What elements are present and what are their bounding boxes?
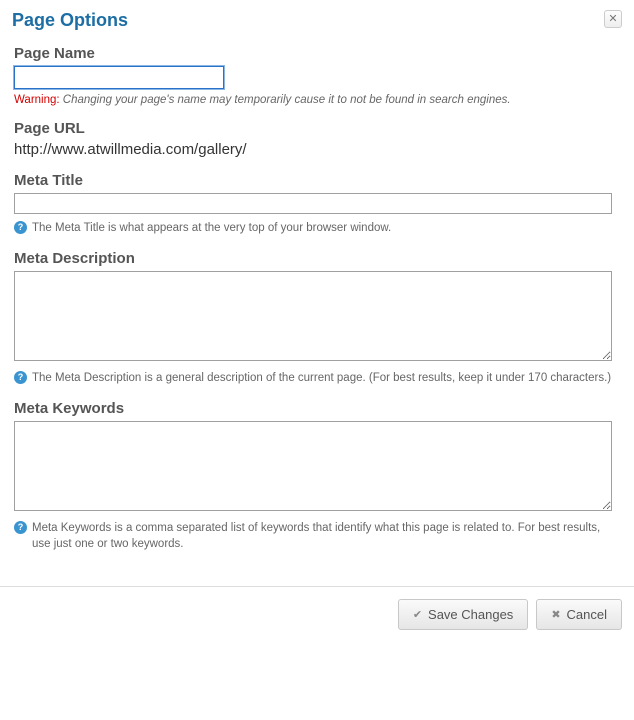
meta-keywords-label: Meta Keywords [14, 400, 620, 417]
page-options-dialog: Page Options ✕ Page Name Warning: Changi… [0, 0, 634, 578]
warning-label: Warning: [14, 94, 60, 106]
page-name-label: Page Name [14, 45, 620, 62]
meta-title-help: ? The Meta Title is what appears at the … [14, 220, 620, 236]
close-icon: ✕ [608, 14, 617, 25]
meta-description-help: ? The Meta Description is a general desc… [14, 370, 620, 386]
meta-title-block: Meta Title ? The Meta Title is what appe… [14, 172, 620, 236]
meta-title-help-text: The Meta Title is what appears at the ve… [32, 220, 391, 236]
meta-description-help-text: The Meta Description is a general descri… [32, 370, 611, 386]
meta-keywords-input[interactable] [14, 421, 612, 511]
page-name-input[interactable] [14, 66, 224, 89]
meta-description-block: Meta Description ? The Meta Description … [14, 250, 620, 386]
page-url-label: Page URL [14, 120, 620, 137]
check-icon: ✔ [413, 608, 422, 621]
meta-keywords-block: Meta Keywords ? Meta Keywords is a comma… [14, 400, 620, 552]
meta-description-label: Meta Description [14, 250, 620, 267]
save-changes-button[interactable]: ✔ Save Changes [398, 599, 529, 630]
meta-description-input[interactable] [14, 271, 612, 361]
page-url-block: Page URL http://www.atwillmedia.com/gall… [14, 120, 620, 158]
meta-keywords-help: ? Meta Keywords is a comma separated lis… [14, 520, 620, 552]
meta-keywords-help-text: Meta Keywords is a comma separated list … [32, 520, 620, 552]
page-name-block: Page Name Warning: Changing your page's … [14, 45, 620, 106]
dialog-button-bar: ✔ Save Changes ✖ Cancel [0, 586, 634, 642]
help-icon: ? [14, 521, 27, 534]
meta-title-input[interactable] [14, 193, 612, 214]
dialog-title: Page Options [12, 8, 128, 35]
form-area: Page Name Warning: Changing your page's … [12, 41, 622, 552]
meta-title-label: Meta Title [14, 172, 620, 189]
page-name-warning: Warning: Changing your page's name may t… [14, 94, 620, 106]
help-icon: ? [14, 221, 27, 234]
dialog-header: Page Options ✕ [12, 8, 622, 41]
close-button[interactable]: ✕ [604, 10, 622, 28]
page-url-value: http://www.atwillmedia.com/gallery/ [14, 141, 620, 158]
x-icon: ✖ [551, 608, 560, 621]
save-button-label: Save Changes [428, 607, 513, 622]
warning-text: Changing your page's name may temporaril… [63, 94, 511, 106]
help-icon: ? [14, 371, 27, 384]
cancel-button[interactable]: ✖ Cancel [536, 599, 622, 630]
cancel-button-label: Cancel [567, 607, 607, 622]
